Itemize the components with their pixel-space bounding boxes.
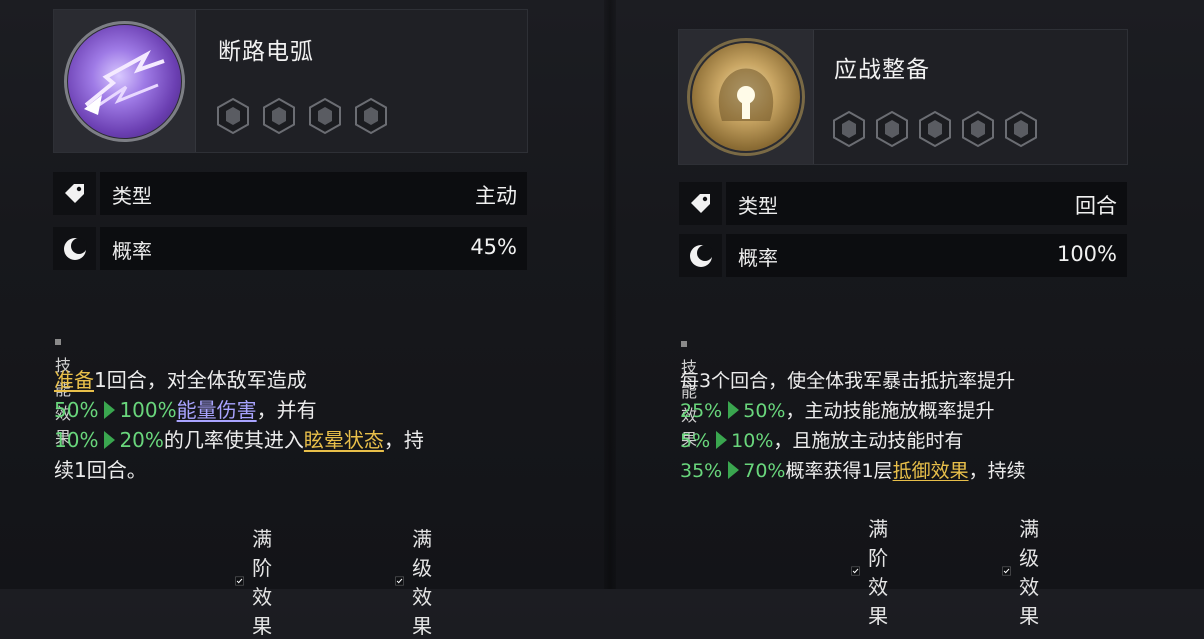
upgrade-arrow-icon [104, 400, 116, 419]
rank-hex-icon [217, 97, 249, 135]
rank-hex-icon [876, 110, 908, 148]
value-base: 10% [54, 428, 99, 452]
panel-divider [604, 0, 616, 589]
type-value: 主动 [475, 184, 517, 208]
desc-text: ，主动技能施放概率提升 [785, 400, 995, 422]
skill-icon-box [54, 10, 196, 152]
type-label: 类型 [112, 184, 152, 208]
keyword-prepare[interactable]: 准备 [54, 368, 94, 392]
type-row: 类型 回合 [679, 182, 1127, 225]
keyword-defense[interactable]: 抵御效果 [893, 460, 969, 482]
desc-text: ，持 [383, 428, 424, 452]
moon-icon [53, 227, 96, 270]
value-base: 50% [54, 398, 99, 422]
full-rank-label: 满阶效果 [252, 527, 273, 638]
rank-hex-icon [833, 110, 865, 148]
upgrade-arrow-icon [104, 430, 116, 449]
full-level-checkbox[interactable]: 满级效果 [1002, 513, 1052, 629]
value-max: 70% [743, 460, 786, 482]
skill-header: 应战整备 [678, 29, 1128, 165]
desc-text: 续1回合。 [54, 458, 147, 482]
type-value: 回合 [1075, 194, 1117, 218]
skill-description: 每3个回合，使全体我军暴击抵抗率提升 25% 50%，主动技能施放概率提升 5% 1… [680, 366, 1026, 486]
upgrade-arrow-icon [728, 460, 740, 479]
desc-text: 每3个回合，使全体我军暴击抵抗率提升 [680, 370, 1016, 392]
rate-row: 概率 100% [679, 234, 1127, 277]
moon-icon [679, 234, 722, 277]
rank-hex-icon [919, 110, 951, 148]
checkmark-icon [1002, 566, 1011, 576]
type-label: 类型 [738, 194, 778, 218]
full-rank-checkbox[interactable]: 满阶效果 [851, 513, 901, 629]
rank-hex-icon [263, 97, 295, 135]
shield-aura-icon [692, 43, 800, 151]
rate-value: 100% [1056, 242, 1117, 266]
tag-icon [53, 172, 96, 215]
rank-hex-icon [355, 97, 387, 135]
skill-icon-box [679, 30, 814, 164]
value-max: 20% [119, 428, 164, 452]
type-bar: 类型 主动 [100, 172, 527, 215]
desc-text: 1回合，对全体敌军造成 [94, 368, 307, 392]
full-level-label: 满级效果 [412, 527, 433, 638]
skill-name: 应战整备 [834, 57, 930, 83]
full-level-checkbox[interactable]: 满级效果 [395, 523, 445, 639]
rank-hex-icon [1005, 110, 1037, 148]
upgrade-arrow-icon [728, 400, 740, 419]
rate-value: 45% [470, 235, 517, 259]
keyword-stun[interactable]: 眩晕状态 [304, 428, 384, 452]
value-base: 5% [680, 430, 711, 452]
checkmark-icon [851, 566, 860, 576]
star-rating [830, 110, 1040, 148]
skill-header: 断路电弧 [53, 9, 528, 153]
desc-text: ，且施放主动技能时有 [773, 430, 964, 452]
keyword-energy-damage[interactable]: 能量伤害 [177, 398, 257, 422]
rate-label: 概率 [738, 246, 778, 270]
lightning-arc-icon [68, 25, 181, 138]
upgrade-arrow-icon [716, 430, 728, 449]
rate-bar: 概率 100% [726, 234, 1127, 277]
skill-description: 准备1回合，对全体敌军造成 50% 100%能量伤害，并有 10% 20%的几率使其… [54, 365, 424, 485]
rank-hex-icon [309, 97, 341, 135]
desc-text: ，持续 [968, 460, 1026, 482]
rate-row: 概率 45% [53, 227, 527, 270]
full-rank-checkbox[interactable]: 满阶效果 [235, 523, 285, 639]
rate-bar: 概率 45% [100, 227, 527, 270]
skill-name: 断路电弧 [218, 39, 314, 65]
desc-text: 的几率使其进入 [163, 428, 304, 452]
desc-text: 概率获得1层 [785, 460, 893, 482]
type-bar: 类型 回合 [726, 182, 1127, 225]
tag-icon [679, 182, 722, 225]
rank-hex-icon [962, 110, 994, 148]
full-rank-label: 满阶效果 [868, 517, 889, 628]
desc-text: ，并有 [256, 398, 317, 422]
full-level-label: 满级效果 [1019, 517, 1040, 628]
type-row: 类型 主动 [53, 172, 527, 215]
value-max: 50% [743, 400, 786, 422]
rate-label: 概率 [112, 239, 152, 263]
value-base: 25% [680, 400, 723, 422]
value-base: 35% [680, 460, 723, 482]
value-max: 10% [731, 430, 774, 452]
value-max: 100% [119, 398, 177, 422]
star-rating [214, 97, 390, 135]
